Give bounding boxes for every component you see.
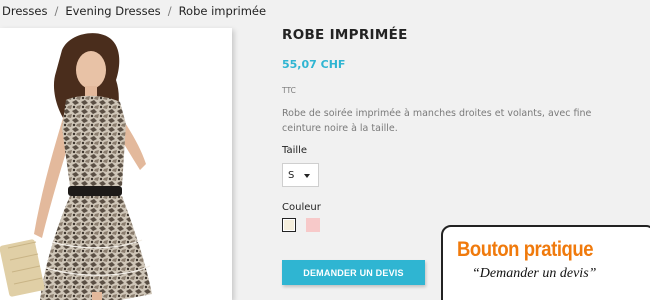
breadcrumb-item-dresses[interactable]: Dresses	[2, 4, 47, 18]
product-photo-illustration	[0, 33, 152, 300]
callout-box	[441, 225, 650, 300]
size-select[interactable]: S	[282, 163, 319, 187]
color-swatch-pink[interactable]	[306, 218, 320, 232]
product-description: Robe de soirée imprimée à manches droite…	[282, 108, 592, 134]
color-swatch-cream[interactable]	[282, 218, 296, 232]
tax-label: TTC	[282, 86, 296, 95]
product-image[interactable]	[0, 28, 232, 300]
breadcrumb: Dresses / Evening Dresses / Robe imprimé…	[0, 0, 650, 22]
breadcrumb-separator: /	[167, 4, 172, 18]
callout-subtitle: “Demander un devis”	[472, 266, 597, 281]
product-title: ROBE IMPRIMÉE	[282, 27, 408, 43]
request-quote-button[interactable]: DEMANDER UN DEVIS	[282, 260, 425, 285]
breadcrumb-item-current: Robe imprimée	[178, 4, 267, 18]
size-select-value: S	[288, 169, 295, 181]
size-label: Taille	[282, 145, 308, 156]
product-price: 55,07 CHF	[282, 58, 346, 71]
color-swatch-fill	[284, 220, 294, 230]
caret-down-icon	[304, 174, 310, 178]
breadcrumb-item-evening-dresses[interactable]: Evening Dresses	[65, 4, 160, 18]
color-label: Couleur	[282, 202, 321, 213]
callout-title: Bouton pratique	[457, 238, 594, 261]
breadcrumb-separator: /	[54, 4, 59, 18]
